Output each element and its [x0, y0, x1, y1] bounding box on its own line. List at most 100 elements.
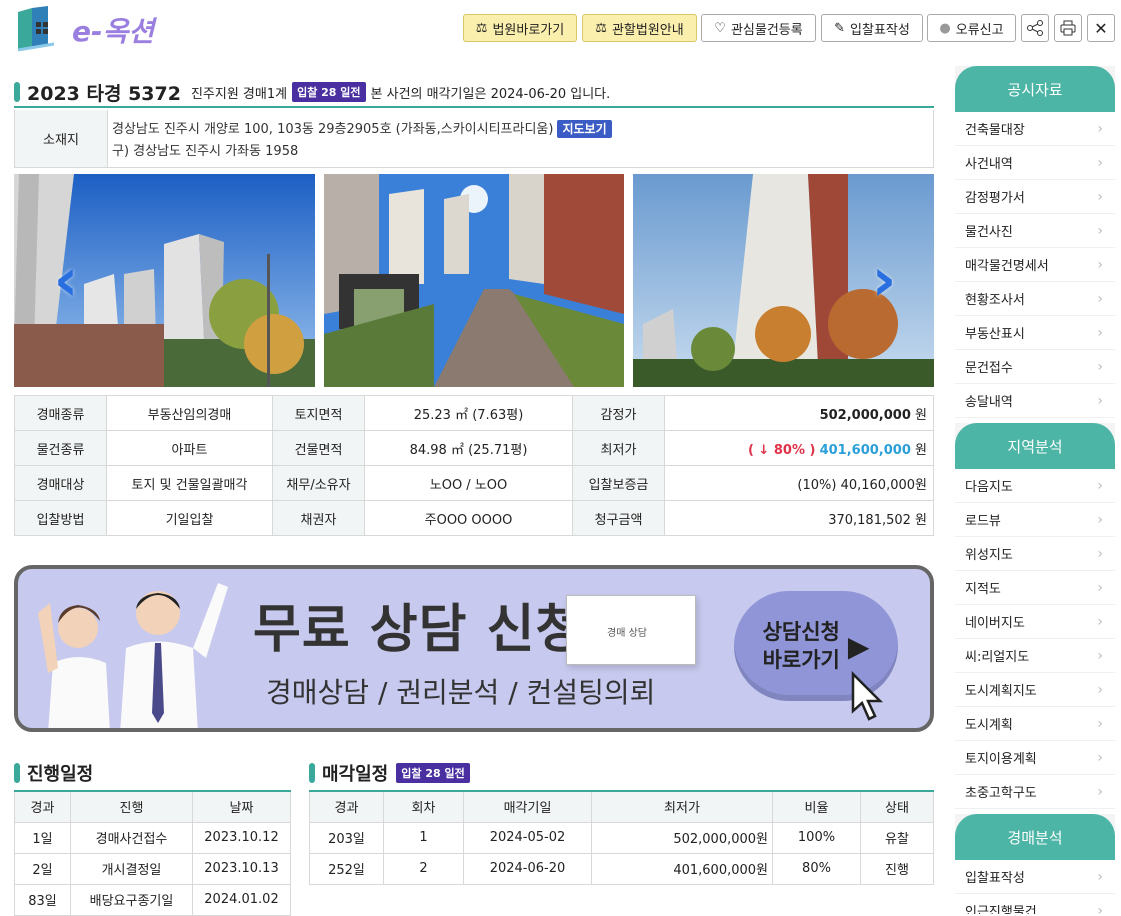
prev-photo-arrow[interactable]: ‹: [46, 245, 86, 315]
sidebar-item-sale-specification[interactable]: 매각물건명세서 ›: [955, 248, 1115, 282]
site-logo[interactable]: e-옥션: [14, 4, 164, 54]
chevron-right-icon: ›: [1097, 154, 1103, 171]
sidebar-region-analysis: 지역분석 다음지도 › 로드뷰 › 위성지도 › 지적도 › 네이버지도 › 씨:리얼지도…: [955, 423, 1115, 809]
play-arrow-icon: ▶: [847, 629, 870, 663]
info-value: 25.23 ㎡ (7.63평): [364, 395, 573, 431]
case-title-bar: 2023 타경 5372 진주지원 경매1계 입찰 28 일전 본 사건의 매각…: [14, 78, 934, 108]
sidebar-item-cadastral[interactable]: 지적도 ›: [955, 571, 1115, 605]
info-value: 주OOO OOOO: [364, 500, 573, 536]
sale-table: 경과 회차 매각기일 최저가 비율 상태 203일 1 2024-05-02 5…: [309, 790, 934, 885]
pencil-icon: ✎: [834, 20, 846, 36]
chevron-right-icon: ›: [1097, 868, 1103, 885]
print-button[interactable]: [1054, 14, 1082, 42]
appraisal-value: 502,000,000 원: [664, 395, 934, 431]
bulb-icon: ●: [939, 20, 951, 36]
next-photo-arrow[interactable]: ›: [864, 245, 904, 315]
sidebar-item-bid-form[interactable]: 입찰표작성 ›: [955, 860, 1115, 894]
table-cell: 2024-05-02: [463, 821, 592, 854]
court-name: 진주지원 경매1계: [190, 86, 288, 102]
title-marker: [14, 82, 20, 102]
sidebar-item-seereal-map[interactable]: 씨:리얼지도 ›: [955, 639, 1115, 673]
info-header: 입찰보증금: [572, 465, 665, 501]
column-header: 경과: [309, 790, 384, 823]
banner-document-illustration: 경매 상담: [566, 595, 696, 665]
sidebar-item-document-receipt[interactable]: 문건접수 ›: [955, 350, 1115, 384]
court-link-button[interactable]: ⚖ 법원바로가기: [463, 14, 577, 42]
progress-title: 진행일정: [27, 764, 94, 785]
info-value: 토지 및 건물일괄매각: [106, 465, 273, 501]
table-cell: 2024.01.02: [192, 883, 291, 916]
claim-amount-value: 370,181,502 원: [664, 500, 934, 536]
heart-icon: ♡: [714, 20, 726, 36]
map-view-button[interactable]: 지도보기: [557, 120, 612, 138]
sidebar-item-naver-map[interactable]: 네이버지도 ›: [955, 605, 1115, 639]
info-header: 채권자: [272, 500, 365, 536]
table-row: 1일 경매사건접수 2023.10.12: [14, 821, 291, 854]
sidebar-item-delivery[interactable]: 송달내역 ›: [955, 384, 1115, 418]
info-row: 물건종류 아파트 건물면적 84.98 ㎡ (25.71평) 최저가 ( ↓ 8…: [14, 430, 934, 466]
sidebar-item-urban-plan-map[interactable]: 도시계획지도 ›: [955, 673, 1115, 707]
sidebar-item-case-history[interactable]: 사건내역 ›: [955, 146, 1115, 180]
error-report-button[interactable]: ● 오류신고: [927, 14, 1016, 42]
info-header: 물건종류: [14, 430, 107, 466]
chevron-right-icon: ›: [1097, 647, 1103, 664]
discount-percent: ( ↓ 80% ): [747, 442, 816, 458]
sidebar-item-roadview[interactable]: 로드뷰 ›: [955, 503, 1115, 537]
progress-table: 경과 진행 날짜 1일 경매사건접수 2023.10.12 2일 개시결정일 2…: [14, 790, 291, 916]
court-info-button[interactable]: ⚖ 관할법원안내: [582, 14, 697, 42]
table-row: 203일 1 2024-05-02 502,000,000원 100% 유찰: [309, 821, 934, 854]
sidebar-section-title: 공시자료: [955, 66, 1115, 112]
sidebar-item-land-use[interactable]: 토지이용계획 ›: [955, 741, 1115, 775]
sidebar-item-school-district[interactable]: 초중고학구도 ›: [955, 775, 1115, 809]
address-line2: 구) 경상남도 진주시 가좌동 1958: [112, 144, 299, 159]
sidebar-item-nearby-listings[interactable]: 인근진행물건 ›: [955, 894, 1115, 914]
table-cell: 개시결정일: [70, 852, 193, 885]
column-header: 비율: [772, 790, 861, 823]
sidebar-item-building-register[interactable]: 건축물대장 ›: [955, 112, 1115, 146]
sidebar-item-status-report[interactable]: 현황조사서 ›: [955, 282, 1115, 316]
logo-text: e-옥션: [72, 15, 155, 48]
column-header: 상태: [860, 790, 934, 823]
bid-form-button[interactable]: ✎ 입찰표작성: [821, 14, 923, 42]
property-photo-2[interactable]: [324, 174, 624, 387]
sidebar-item-daum-map[interactable]: 다음지도 ›: [955, 469, 1115, 503]
favorite-button[interactable]: ♡ 관심물건등록: [701, 14, 816, 42]
dday-badge: 입찰 28 일전: [396, 763, 470, 783]
consultants-illustration: [38, 583, 228, 728]
progress-section-title: 진행일정: [14, 760, 93, 786]
info-value: 노OO / 노OO: [364, 465, 573, 501]
appraisal-amount: 502,000,000: [819, 407, 911, 423]
sidebar-item-photos[interactable]: 물건사진 ›: [955, 214, 1115, 248]
chevron-right-icon: ›: [1097, 358, 1103, 375]
chevron-right-icon: ›: [1097, 256, 1103, 273]
consult-banner[interactable]: 무료 상담 신청 경매상담 / 권리분석 / 컨설팅의뢰 경매 상담 상담신청 …: [14, 565, 934, 732]
table-cell: 진행: [860, 852, 934, 885]
unit-text: 원: [915, 442, 927, 458]
table-cell: 2023.10.12: [192, 821, 291, 854]
sidebar-item-property-display[interactable]: 부동산표시 ›: [955, 316, 1115, 350]
info-row: 경매대상 토지 및 건물일괄매각 채무/소유자 노OO / 노OO 입찰보증금 …: [14, 465, 934, 501]
table-cell: 1일: [14, 821, 71, 854]
close-button[interactable]: ✕: [1087, 14, 1115, 42]
sidebar-item-appraisal[interactable]: 감정평가서 ›: [955, 180, 1115, 214]
printer-icon: [1060, 20, 1076, 36]
column-header: 매각기일: [463, 790, 592, 823]
sidebar-item-urban-plan[interactable]: 도시계획 ›: [955, 707, 1115, 741]
table-cell: 83일: [14, 883, 71, 916]
chevron-right-icon: ›: [1097, 120, 1103, 137]
chevron-right-icon: ›: [1097, 579, 1103, 596]
chevron-right-icon: ›: [1097, 324, 1103, 341]
sidebar-item-satellite[interactable]: 위성지도 ›: [955, 537, 1115, 571]
column-header: 경과: [14, 790, 71, 823]
chevron-right-icon: ›: [1097, 392, 1103, 409]
table-row: 2일 개시결정일 2023.10.13: [14, 852, 291, 885]
table-cell: 502,000,000원: [591, 821, 773, 854]
column-header: 날짜: [192, 790, 291, 823]
info-header: 토지면적: [272, 395, 365, 431]
sale-section-title: 매각일정 입찰 28 일전: [309, 760, 470, 786]
close-icon: ✕: [1094, 18, 1108, 38]
bid-form-label: 입찰표작성: [850, 22, 910, 38]
share-button[interactable]: [1021, 14, 1049, 42]
column-header: 진행: [70, 790, 193, 823]
error-report-label: 오류신고: [955, 22, 1004, 38]
